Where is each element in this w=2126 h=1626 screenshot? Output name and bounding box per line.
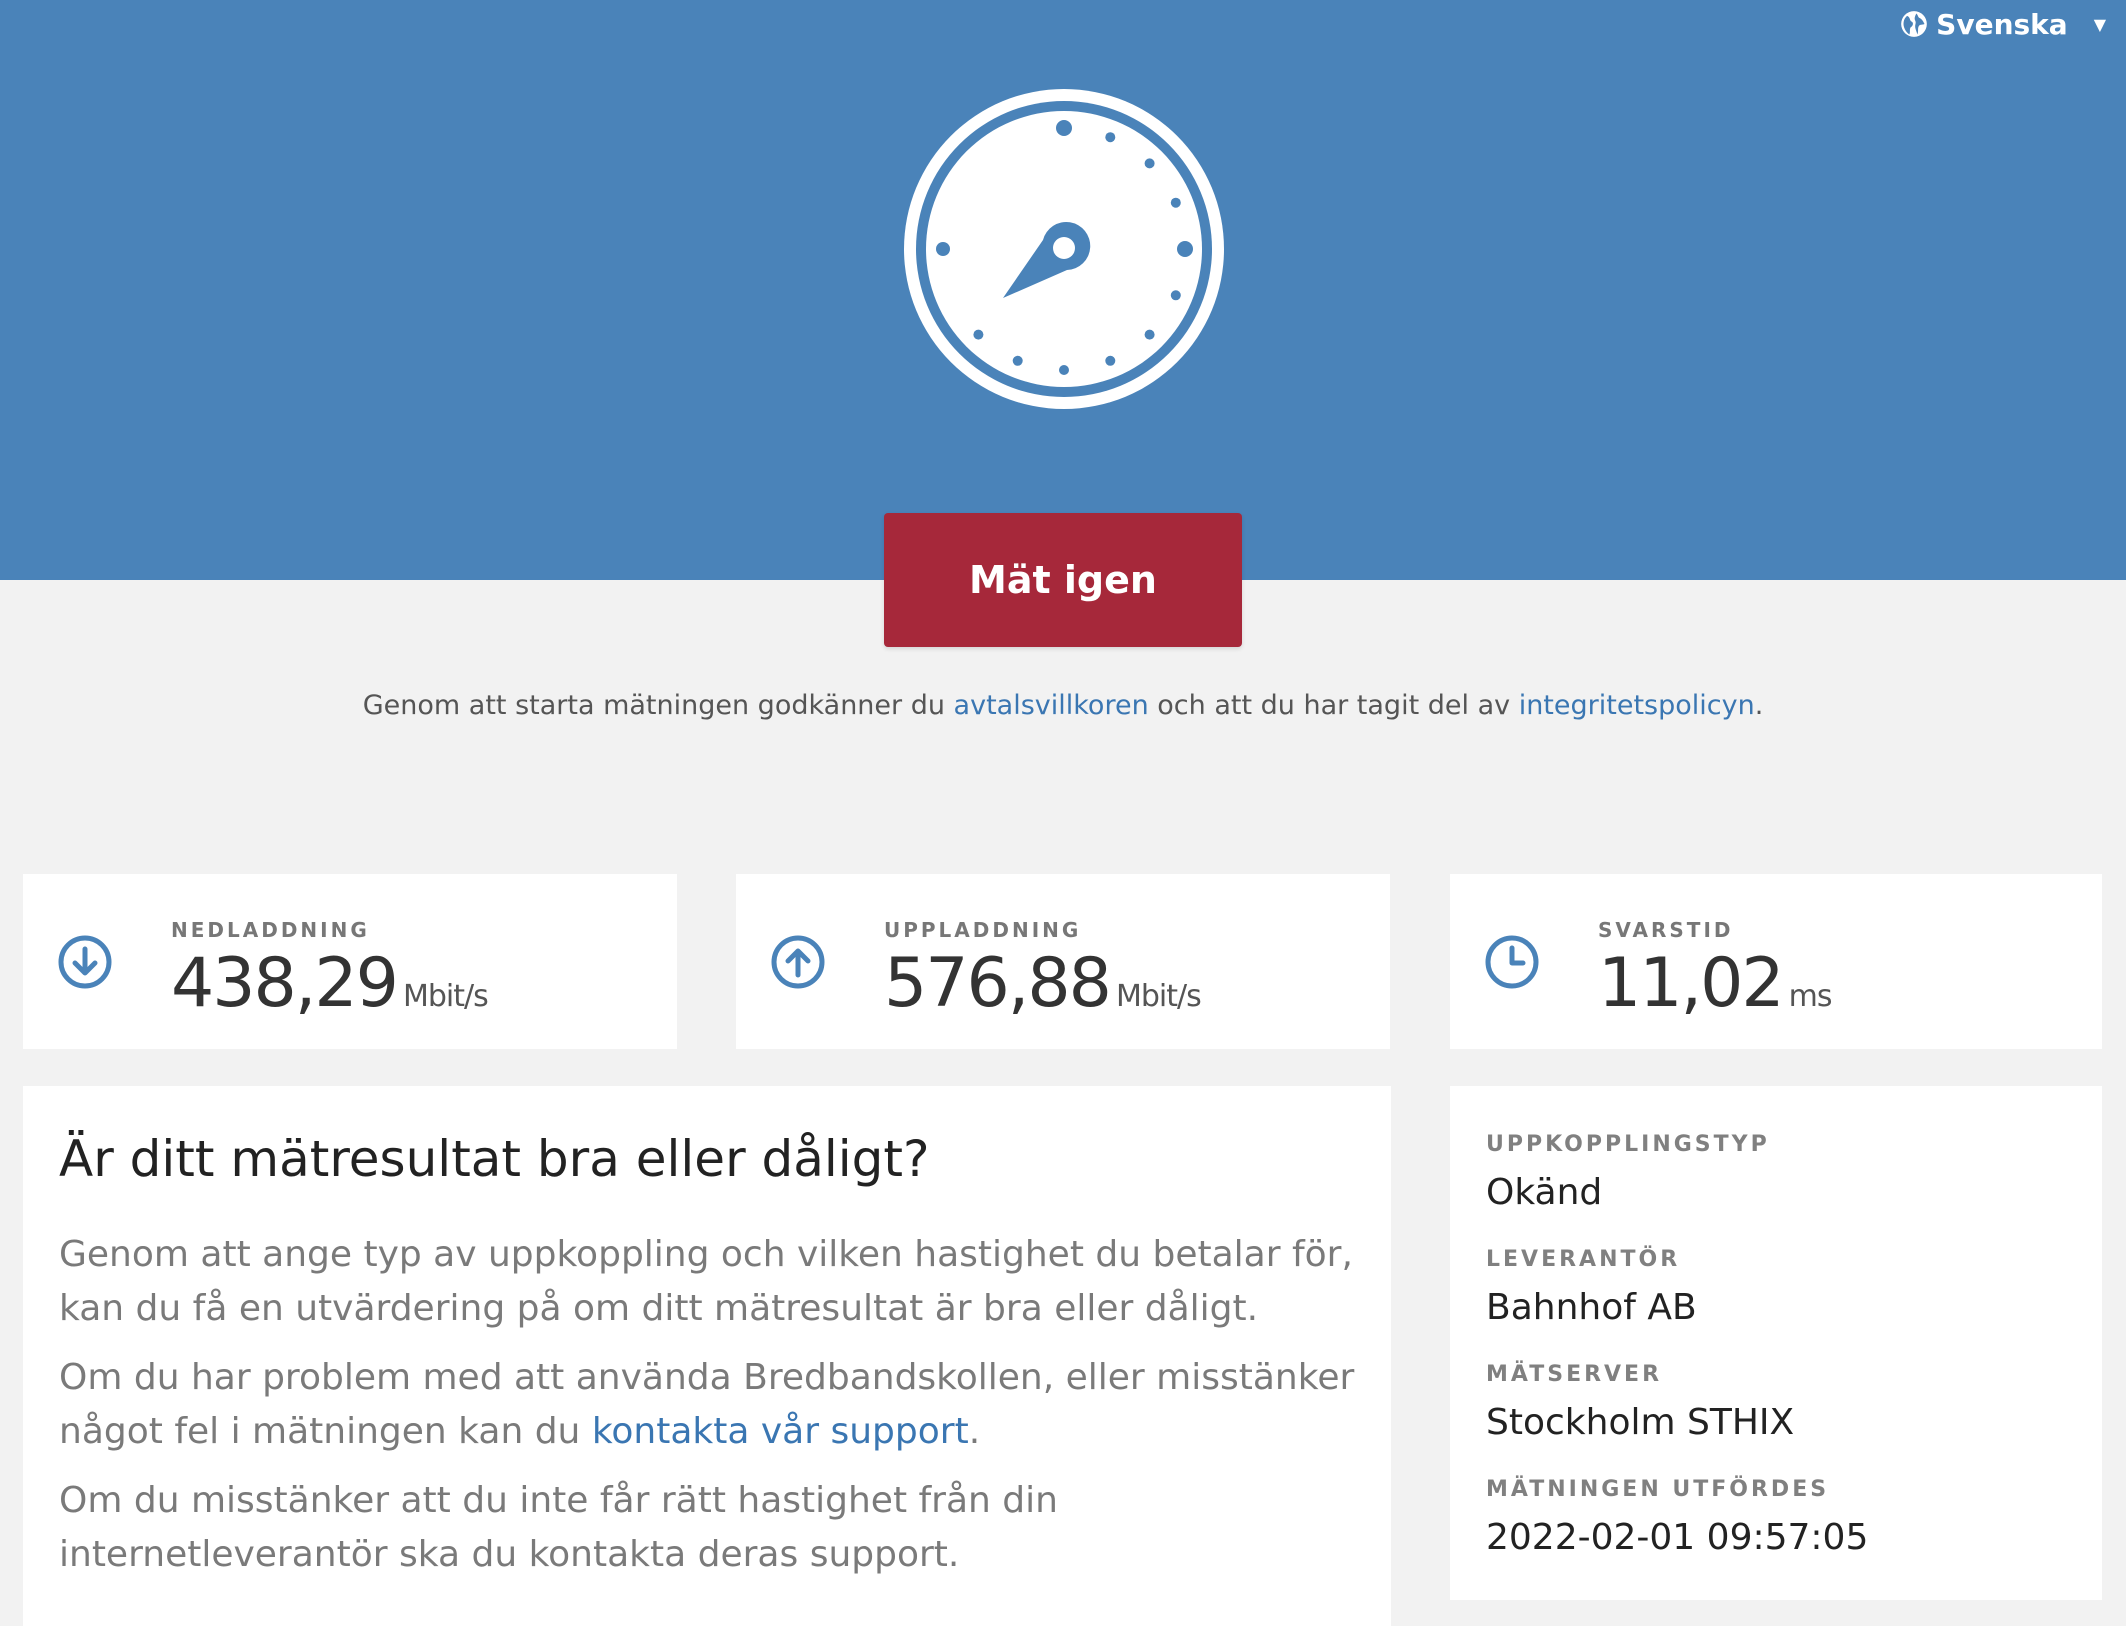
provider-label: LEVERANTÖR bbox=[1486, 1247, 1681, 1272]
evaluation-paragraph: Genom att ange typ av uppkoppling och vi… bbox=[59, 1234, 1353, 1329]
support-paragraph: Om du har problem med att använda Bredba… bbox=[59, 1351, 1359, 1459]
upload-label: UPPLADDNING bbox=[884, 918, 1082, 942]
gauge-tick bbox=[1105, 132, 1116, 143]
consent-text: Genom att starta mätningen godkänner du … bbox=[0, 690, 2126, 721]
language-selector[interactable]: Svenska ▼ bbox=[1900, 4, 2106, 44]
upload-value: 576,88 bbox=[884, 944, 1112, 1023]
hero-banner: Svenska ▼ bbox=[0, 0, 2126, 580]
gauge-tick bbox=[973, 329, 984, 340]
gauge-tick bbox=[936, 242, 950, 256]
gauge-tick bbox=[1056, 120, 1072, 136]
result-evaluation-title: Är ditt mätresultat bra eller dåligt? bbox=[59, 1130, 930, 1188]
provider-value: Bahnhof AB bbox=[1486, 1287, 1697, 1328]
connection-type-label: UPPKOPPLINGSTYP bbox=[1486, 1132, 1770, 1157]
terms-link[interactable]: avtalsvillkoren bbox=[954, 690, 1149, 721]
latency-value: 11,02 bbox=[1598, 944, 1785, 1023]
latency-card: SVARSTID 11,02 ms bbox=[1450, 874, 2102, 1049]
download-arrow-icon bbox=[58, 935, 112, 989]
chevron-down-icon: ▼ bbox=[2093, 14, 2106, 34]
provider-support-paragraph: Om du misstänker att du inte får rätt ha… bbox=[59, 1480, 1058, 1575]
consent-text-after: . bbox=[1754, 690, 1764, 721]
gauge-tick bbox=[1059, 365, 1069, 375]
speedometer-icon bbox=[904, 89, 1224, 409]
performed-label: MÄTNINGEN UTFÖRDES bbox=[1486, 1477, 1830, 1502]
latency-unit: ms bbox=[1788, 979, 1833, 1014]
gauge-tick bbox=[1012, 355, 1023, 366]
result-evaluation-card: Är ditt mätresultat bra eller dåligt? Ge… bbox=[23, 1086, 1391, 1626]
globe-icon bbox=[1901, 11, 1927, 37]
download-card: NEDLADDNING 438,29 Mbit/s bbox=[23, 874, 677, 1049]
upload-unit: Mbit/s bbox=[1115, 979, 1202, 1014]
consent-text-middle: och att du har tagit del av bbox=[1148, 690, 1519, 721]
download-label: NEDLADDNING bbox=[171, 918, 370, 942]
performed-value: 2022-02-01 09:57:05 bbox=[1486, 1517, 1869, 1558]
gauge-tick bbox=[1170, 290, 1181, 301]
latency-label: SVARSTID bbox=[1598, 918, 1734, 942]
connection-type-value: Okänd bbox=[1486, 1172, 1603, 1213]
gauge-tick bbox=[1105, 355, 1116, 366]
upload-arrow-icon bbox=[771, 935, 825, 989]
contact-support-link[interactable]: kontakta vår support bbox=[592, 1411, 969, 1452]
gauge-tick bbox=[1177, 241, 1193, 257]
clock-icon bbox=[1485, 935, 1539, 989]
consent-text-before: Genom att starta mätningen godkänner du bbox=[362, 690, 954, 721]
language-label: Svenska bbox=[1936, 7, 2068, 41]
download-unit: Mbit/s bbox=[402, 979, 489, 1014]
connection-details-card: UPPKOPPLINGSTYP Okänd LEVERANTÖR Bahnhof… bbox=[1450, 1086, 2102, 1600]
measure-again-button[interactable]: Mät igen bbox=[884, 513, 1242, 647]
privacy-policy-link[interactable]: integritetspolicyn bbox=[1519, 690, 1755, 721]
server-label: MÄTSERVER bbox=[1486, 1362, 1663, 1387]
gauge-tick bbox=[1144, 329, 1155, 340]
support-paragraph-end: . bbox=[968, 1411, 981, 1452]
download-value: 438,29 bbox=[171, 944, 399, 1023]
gauge-tick bbox=[1170, 197, 1181, 208]
gauge-tick bbox=[1144, 158, 1155, 169]
upload-card: UPPLADDNING 576,88 Mbit/s bbox=[736, 874, 1390, 1049]
server-value: Stockholm STHIX bbox=[1486, 1402, 1795, 1443]
